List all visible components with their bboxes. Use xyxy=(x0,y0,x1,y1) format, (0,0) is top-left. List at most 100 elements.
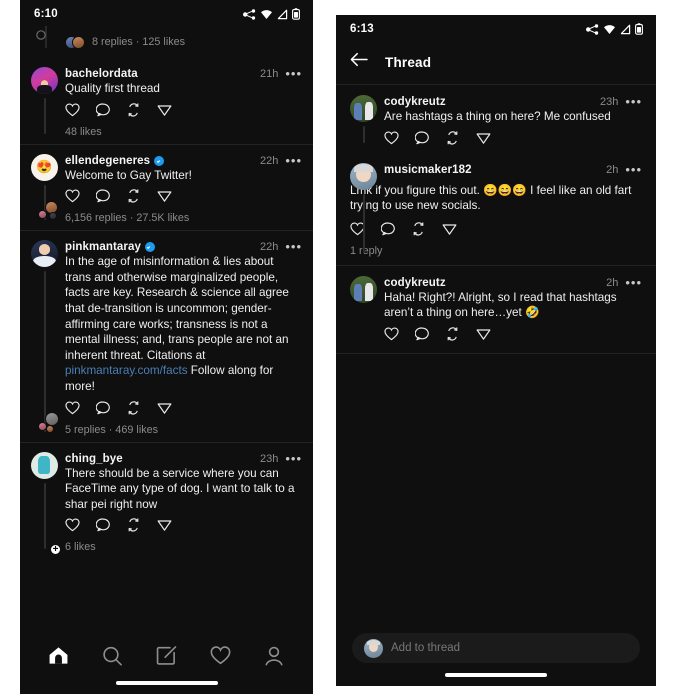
avatar[interactable] xyxy=(31,67,58,94)
post-body: bachelordata 21h ••• Quality first threa… xyxy=(65,67,302,138)
more-options-icon[interactable]: ••• xyxy=(285,240,302,253)
like-heart-icon[interactable] xyxy=(384,327,399,341)
post-username[interactable]: pinkmantaray xyxy=(65,241,141,253)
post-timestamp: 22h xyxy=(259,154,279,167)
battery-icon xyxy=(292,8,300,20)
thread-post-codykreutz-1[interactable]: codykreutz 23h ••• Are hashtags a thing … xyxy=(336,85,656,155)
post-meta-right: 23h ••• xyxy=(260,452,302,465)
post-stats[interactable]: 48 likes xyxy=(65,126,302,138)
post-gutter xyxy=(31,240,65,435)
more-options-icon[interactable]: ••• xyxy=(285,67,302,80)
share-icon[interactable] xyxy=(442,222,457,236)
avatar[interactable] xyxy=(31,153,58,181)
post-username[interactable]: codykreutz xyxy=(384,96,446,108)
avatar[interactable] xyxy=(350,275,377,303)
comment-icon[interactable] xyxy=(95,103,111,117)
comment-icon[interactable] xyxy=(95,400,111,415)
avatar[interactable] xyxy=(350,95,377,122)
thread-feed[interactable]: codykreutz 23h ••• Are hashtags a thing … xyxy=(336,85,656,354)
share-icon[interactable] xyxy=(157,401,172,415)
post-stats[interactable]: 6 likes xyxy=(65,541,302,553)
avatar xyxy=(45,411,59,426)
post-username[interactable]: codykreutz xyxy=(384,277,446,289)
add-to-thread-input[interactable]: Add to thread xyxy=(352,633,640,663)
post-meta: pinkmantaray 22h ••• xyxy=(65,240,302,253)
repost-icon[interactable] xyxy=(445,130,460,145)
repost-icon[interactable] xyxy=(445,327,460,341)
home-indicator-bar[interactable] xyxy=(445,673,547,677)
more-options-icon[interactable]: ••• xyxy=(625,163,642,176)
post-stats[interactable]: 6,156 replies · 27.5K likes xyxy=(65,212,302,224)
share-icon[interactable] xyxy=(476,327,491,341)
nav-compose-button[interactable] xyxy=(146,646,186,671)
thread-post-codykreutz-2[interactable]: codykreutz 2h ••• Haha! Right?! Alright,… xyxy=(336,264,656,353)
comment-icon[interactable] xyxy=(414,131,430,145)
post-stats[interactable]: 5 replies · 469 likes xyxy=(65,424,302,436)
like-heart-icon[interactable] xyxy=(384,131,399,145)
post-timestamp: 2h xyxy=(606,163,619,176)
post-gutter xyxy=(350,162,384,257)
share-icon[interactable] xyxy=(476,131,491,145)
like-heart-icon[interactable] xyxy=(65,103,80,117)
signal-icon xyxy=(620,24,631,35)
repost-icon[interactable] xyxy=(126,400,141,415)
post-stats[interactable]: 1 reply xyxy=(350,245,642,257)
wifi-icon xyxy=(603,24,616,35)
post-ellendegeneres[interactable]: ellendegeneres 22h ••• Welcome to Gay Tw… xyxy=(20,143,313,231)
post-username[interactable]: musicmaker182 xyxy=(384,164,472,176)
like-heart-icon[interactable] xyxy=(65,518,80,532)
post-meta: codykreutz 2h ••• xyxy=(384,276,642,289)
right-status-bar: 6:13 xyxy=(336,15,656,43)
back-arrow-icon[interactable] xyxy=(350,52,368,72)
more-options-icon[interactable]: ••• xyxy=(285,154,302,167)
home-indicator-bar[interactable] xyxy=(115,681,218,685)
share-icon[interactable] xyxy=(157,518,172,532)
post-pinkmantaray[interactable]: pinkmantaray 22h ••• In the age of misin… xyxy=(20,230,313,441)
follow-plus-icon[interactable]: + xyxy=(50,544,61,556)
post-bachelordata[interactable]: bachelordata 21h ••• Quality first threa… xyxy=(20,58,313,144)
post-body: codykreutz 2h ••• Haha! Right?! Alright,… xyxy=(384,276,642,343)
post-meta-right: 23h ••• xyxy=(600,95,642,108)
post-body: ching_bye 23h ••• There should be a serv… xyxy=(65,452,302,554)
post-text-link[interactable]: pinkmantaray.com/facts xyxy=(65,364,188,377)
nav-activity-button[interactable] xyxy=(200,646,240,670)
repost-icon[interactable] xyxy=(126,102,141,117)
nav-profile-button[interactable] xyxy=(254,646,294,671)
post-actions xyxy=(65,518,302,534)
share-icon[interactable] xyxy=(157,103,172,117)
post-username[interactable]: ching_bye xyxy=(65,453,123,465)
post-body: musicmaker182 2h ••• Lmk if you figure t… xyxy=(350,163,642,257)
nav-home-button[interactable] xyxy=(39,646,79,670)
post-timestamp: 21h xyxy=(259,68,279,80)
reply-avatar-cluster xyxy=(38,410,68,433)
avatar[interactable] xyxy=(31,451,58,479)
left-feed[interactable]: 8 replies · 125 likes bachelordata 21h •… xyxy=(20,26,313,560)
left-status-bar: 6:10 xyxy=(20,0,313,28)
nav-search-button[interactable] xyxy=(93,646,133,671)
post-username[interactable]: bachelordata xyxy=(65,68,138,80)
avatar[interactable] xyxy=(350,162,377,190)
signal-icon xyxy=(277,9,288,20)
repost-icon[interactable] xyxy=(411,222,426,236)
more-options-icon[interactable]: ••• xyxy=(625,95,642,108)
replies-summary-strip[interactable]: 8 replies · 125 likes xyxy=(20,26,313,58)
thread-bottom-divider xyxy=(336,352,656,354)
thread-line xyxy=(363,193,365,253)
thread-post-musicmaker182[interactable]: musicmaker182 2h ••• Lmk if you figure t… xyxy=(336,155,656,265)
share-network-icon xyxy=(586,23,599,35)
repost-icon[interactable] xyxy=(126,189,141,203)
more-options-icon[interactable]: ••• xyxy=(285,452,302,465)
share-icon[interactable] xyxy=(157,189,172,203)
repost-icon[interactable] xyxy=(126,518,141,532)
comment-icon[interactable] xyxy=(95,189,111,203)
comment-icon[interactable] xyxy=(414,327,430,341)
more-options-icon[interactable]: ••• xyxy=(625,276,642,289)
post-timestamp: 2h xyxy=(606,276,619,289)
avatar[interactable] xyxy=(31,240,58,268)
post-meta-right: 22h ••• xyxy=(260,240,302,253)
post-actions xyxy=(65,189,302,205)
comment-icon[interactable] xyxy=(95,518,111,532)
post-username[interactable]: ellendegeneres xyxy=(65,155,150,167)
post-ching-bye[interactable]: + ching_bye 23h ••• There should be a se… xyxy=(20,441,313,560)
post-meta-right: 2h ••• xyxy=(606,276,642,289)
